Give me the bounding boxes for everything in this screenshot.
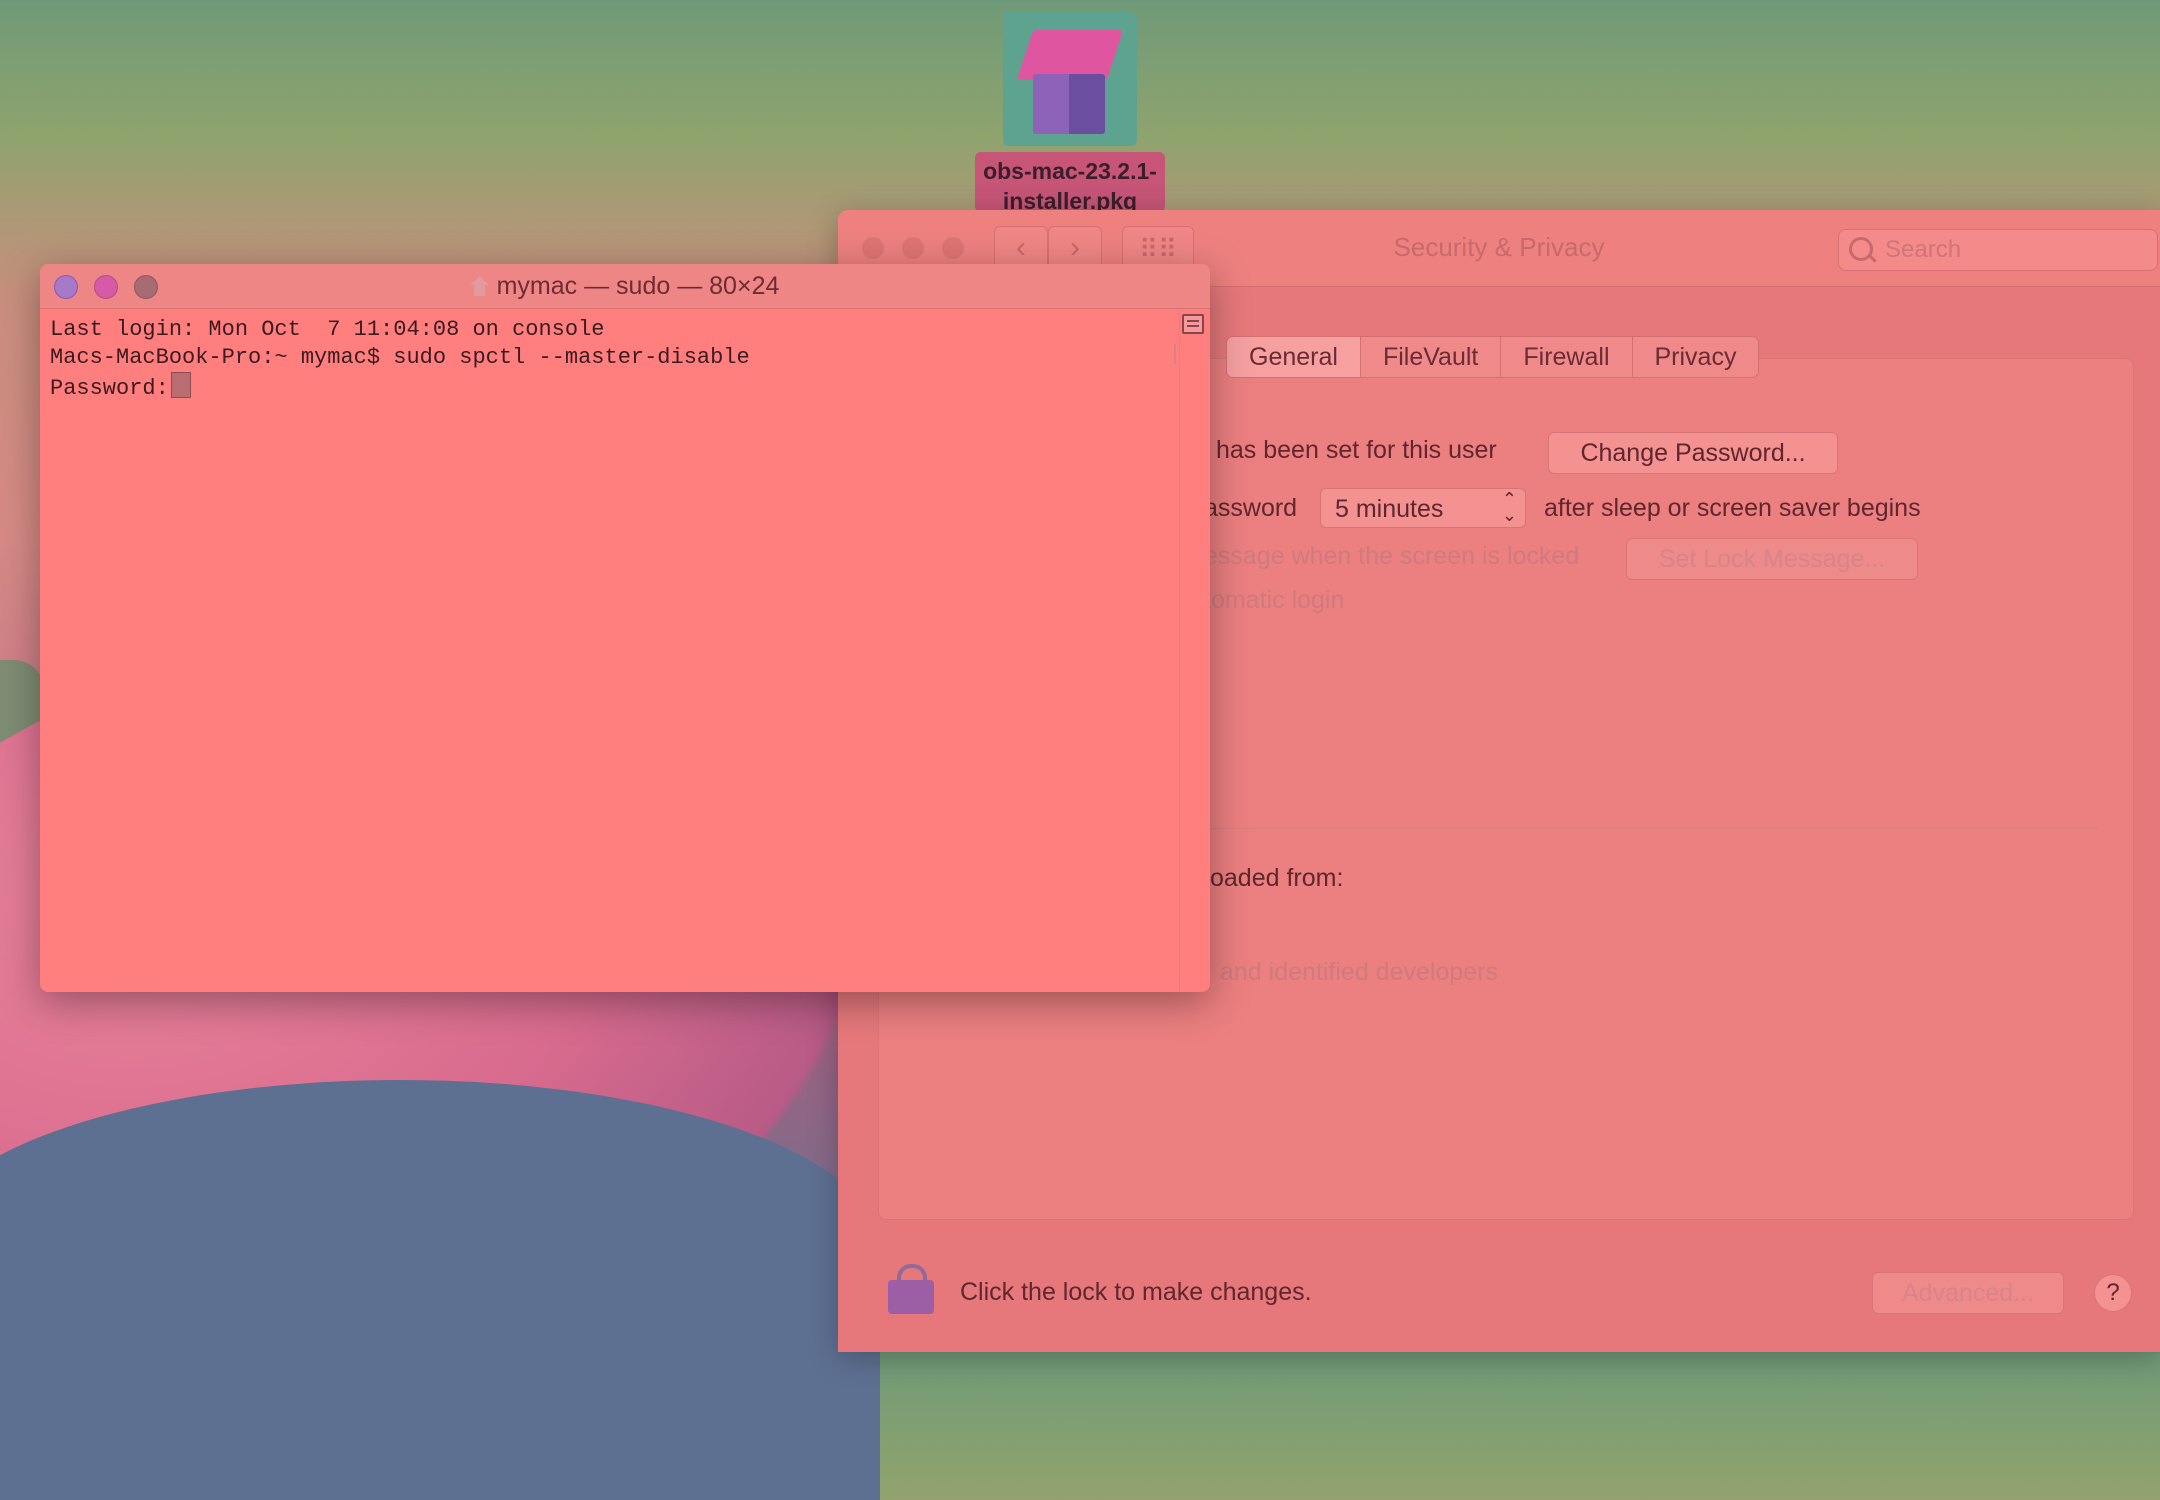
password-prompt: Password:	[50, 376, 169, 401]
terminal-line: Macs-MacBook-Pro:~ mymac$ sudo spctl --m…	[50, 345, 750, 370]
password-delay-select[interactable]: 5 minutes ⌃ ⌄	[1320, 488, 1526, 528]
terminal-titlebar[interactable]: mymac — sudo — 80×24	[40, 264, 1210, 309]
after-sleep-text: after sleep or screen saver begins	[1544, 494, 1921, 522]
home-folder-icon	[470, 276, 489, 296]
updown-chevron-icon: ⌃ ⌄	[1501, 489, 1517, 525]
change-password-button[interactable]: Change Password...	[1548, 432, 1838, 474]
identified-developers-radio-label[interactable]: and identified developers	[1220, 958, 1498, 987]
terminal-prompt-line: Password:	[50, 372, 1170, 403]
package-box-lid	[1016, 30, 1124, 80]
scroll-indicator	[1174, 344, 1176, 364]
package-icon[interactable]	[1003, 12, 1137, 146]
terminal-output[interactable]: Last login: Mon Oct 7 11:04:08 on consol…	[50, 316, 1170, 976]
help-button[interactable]: ?	[2094, 1274, 2132, 1312]
apps-downloaded-from-label: oaded from:	[1210, 864, 1344, 892]
tab-firewall[interactable]: Firewall	[1501, 337, 1633, 377]
desktop-file-label[interactable]: obs-mac-23.2.1- installer.pkg	[975, 152, 1165, 212]
key-cursor-icon	[170, 372, 191, 398]
lock-icon[interactable]	[888, 1264, 934, 1314]
terminal-line: Last login: Mon Oct 7 11:04:08 on consol…	[50, 317, 605, 342]
desktop-dune-shadow	[0, 1080, 880, 1500]
lock-hint-text: Click the lock to make changes.	[960, 1278, 1312, 1306]
password-set-text: has been set for this user	[1216, 436, 1497, 464]
tab-general[interactable]: General	[1227, 337, 1361, 377]
marks-list-icon[interactable]	[1182, 314, 1204, 334]
automatic-login-checkbox-label[interactable]: tomatic login	[1204, 586, 1344, 615]
tab-privacy[interactable]: Privacy	[1633, 337, 1759, 377]
terminal-scroll-area[interactable]	[1179, 308, 1210, 992]
advanced-button[interactable]: Advanced...	[1872, 1272, 2064, 1314]
search-field[interactable]	[1838, 229, 2158, 271]
search-icon	[1849, 237, 1873, 261]
terminal-window: mymac — sudo — 80×24 Last login: Mon Oct…	[40, 264, 1210, 992]
tab-bar: General FileVault Firewall Privacy	[1226, 336, 1760, 378]
terminal-title-text: mymac — sudo — 80×24	[496, 272, 780, 300]
password-delay-value: 5 minutes	[1335, 495, 1444, 523]
tab-filevault[interactable]: FileVault	[1361, 337, 1502, 377]
package-box-side	[1069, 74, 1105, 134]
lock-message-checkbox-label[interactable]: essage when the screen is locked	[1204, 542, 1579, 571]
set-lock-message-button[interactable]: Set Lock Message...	[1626, 538, 1918, 580]
search-input[interactable]	[1883, 234, 2147, 266]
terminal-title: mymac — sudo — 80×24	[40, 272, 1210, 301]
require-password-text: assword	[1204, 494, 1298, 522]
lock-body	[888, 1280, 934, 1314]
desktop-file-obs-installer[interactable]: obs-mac-23.2.1- installer.pkg	[960, 12, 1180, 217]
